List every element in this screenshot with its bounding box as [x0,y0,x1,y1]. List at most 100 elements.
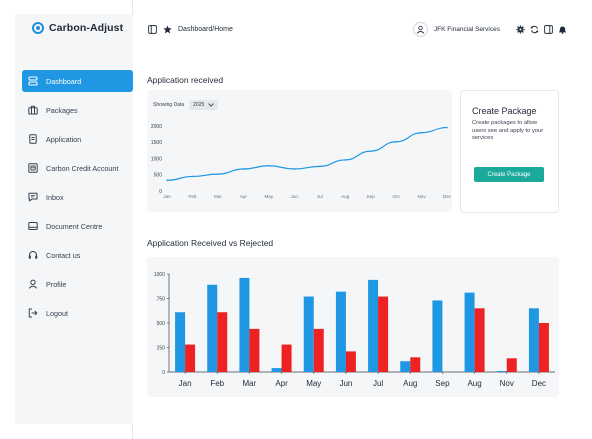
user-name[interactable]: JFK Financial Services [434,26,500,33]
x-tick-label: Mar [243,379,257,388]
data-point[interactable] [268,164,270,167]
applications-line-chart: 0 500 1000 1500 2000 Jan Feb Mar Apr May Jun Jul Aug… [151,124,452,199]
bar-rejected[interactable] [538,323,549,372]
y-tick-label: 500 [154,173,163,179]
bar-rejected[interactable] [506,358,517,372]
sidebar-item-label: Carbon Credit Account [46,163,119,173]
bar-received[interactable] [368,279,379,372]
bar-received[interactable] [432,300,443,372]
sidebar-item-profile[interactable]: Profile [22,273,133,295]
data-point[interactable] [420,131,423,134]
data-point[interactable] [395,140,397,143]
applications-line-chart-card: Showing Data 2025 0 500 1000 1500 2000 Jan Feb… [147,90,452,212]
sidebar-item-contact-us[interactable]: Contact us [22,244,133,266]
bar-rejected[interactable] [281,344,292,372]
series-line [166,126,448,181]
briefcase-icon [28,105,38,115]
sidebar-item-document-centre[interactable]: Document Centre [22,215,133,237]
bar-received[interactable] [528,308,539,372]
bar-rejected[interactable] [474,308,485,372]
chat-icon [28,192,38,202]
bar-rejected[interactable] [185,344,196,372]
bar-rejected[interactable] [345,351,356,372]
sidebar-item-packages[interactable]: Packages [22,99,133,121]
data-point[interactable] [318,165,321,168]
sidebar-toggle-icon[interactable] [148,25,157,34]
bar-received[interactable] [239,277,250,372]
x-tick-label: Jun [339,379,352,388]
y-tick-label: 2000 [151,124,162,130]
x-tick-label: Sep [435,379,450,388]
y-tick-label: 1000 [151,156,162,162]
dashboard-icon [28,76,38,86]
sidebar: Carbon-Adjust Dashboard Packages Applicati… [0,0,133,439]
logo-text: Carbon-Adjust [49,22,124,34]
data-point[interactable] [191,175,194,178]
bar-received[interactable] [496,371,507,372]
received-vs-rejected-bar-chart-card: 0 250 500 750 1000 Jan Feb Mar Apr May Jun Jul Aug Se… [147,257,559,397]
sidebar-item-dashboard[interactable]: Dashboard [22,70,133,92]
sidebar-item-application[interactable]: Application [22,128,133,150]
bar-received[interactable] [175,312,186,372]
bar-received[interactable] [207,284,218,372]
panel-icon[interactable] [544,25,553,34]
star-icon[interactable] [163,25,172,34]
sidebar-item-label: Logout [46,308,68,318]
x-tick-label: Jan [163,194,171,199]
create-package-title: Create Package [472,106,537,116]
data-point[interactable] [166,179,168,182]
x-tick-label: Nov [417,194,426,199]
breadcrumb[interactable]: Dashboard/Home [178,26,233,33]
data-point[interactable] [293,168,296,170]
gear-icon[interactable] [516,25,525,34]
data-point[interactable] [242,168,245,170]
x-tick-label: Jul [373,379,383,388]
sidebar-item-label: Dashboard [46,76,82,86]
received-vs-rejected-bar-chart: 0 250 500 750 1000 Jan Feb Mar Apr May Jun Jul Aug Se… [154,272,555,388]
create-package-button[interactable]: Create Package [474,167,544,182]
data-point[interactable] [217,173,219,175]
bar-received[interactable] [271,368,282,372]
bar-rejected[interactable] [313,328,324,372]
x-tick-label: Feb [210,379,224,388]
sidebar-item-label: Document Centre [46,221,103,231]
bar-received[interactable] [303,296,314,372]
bell-icon[interactable] [558,25,567,34]
y-tick-label: 500 [157,321,166,327]
avatar[interactable] [412,22,428,37]
y-tick-label: 0 [159,189,162,195]
data-point[interactable] [369,150,372,152]
x-tick-label: Sep [367,194,376,199]
sidebar-item-label: Inbox [46,192,64,202]
sidebar-item-label: Profile [46,279,67,289]
sidebar-item-carbon-credit-account[interactable]: Carbon Credit Account [22,157,133,179]
document-icon [28,134,38,144]
y-tick-label: 750 [157,296,166,302]
sidebar-item-label: Contact us [46,250,81,260]
data-point[interactable] [446,126,448,129]
y-tick-label: 250 [157,345,166,351]
x-tick-label: Aug [341,194,350,199]
x-tick-label: Aug [403,379,417,388]
sidebar-item-inbox[interactable]: Inbox [22,186,133,208]
x-tick-label: Apr [275,379,288,388]
sidebar-item-logout[interactable]: Logout [22,302,133,324]
bar-received[interactable] [400,361,411,372]
y-tick-label: 1500 [151,140,162,146]
bar-rejected[interactable] [249,328,260,372]
top-bar: Dashboard/Home JFK Financial Services [133,0,592,56]
user-icon [28,279,38,289]
bar-rejected[interactable] [378,296,389,372]
data-point[interactable] [344,159,346,161]
bar-received[interactable] [464,292,475,372]
x-tick-label: Jul [317,194,323,199]
bar-rejected[interactable] [217,312,228,372]
x-tick-label: Dec [532,379,546,388]
refresh-icon[interactable] [530,25,539,34]
bar-received[interactable] [335,291,346,372]
x-tick-label: Jan [179,379,192,388]
app-root: Carbon-Adjust Dashboard Packages Applicati… [0,0,592,439]
bar-rejected[interactable] [410,357,421,372]
logo[interactable]: Carbon-Adjust [32,22,123,34]
create-package-description: Create packages to allow users see and a… [472,120,544,141]
